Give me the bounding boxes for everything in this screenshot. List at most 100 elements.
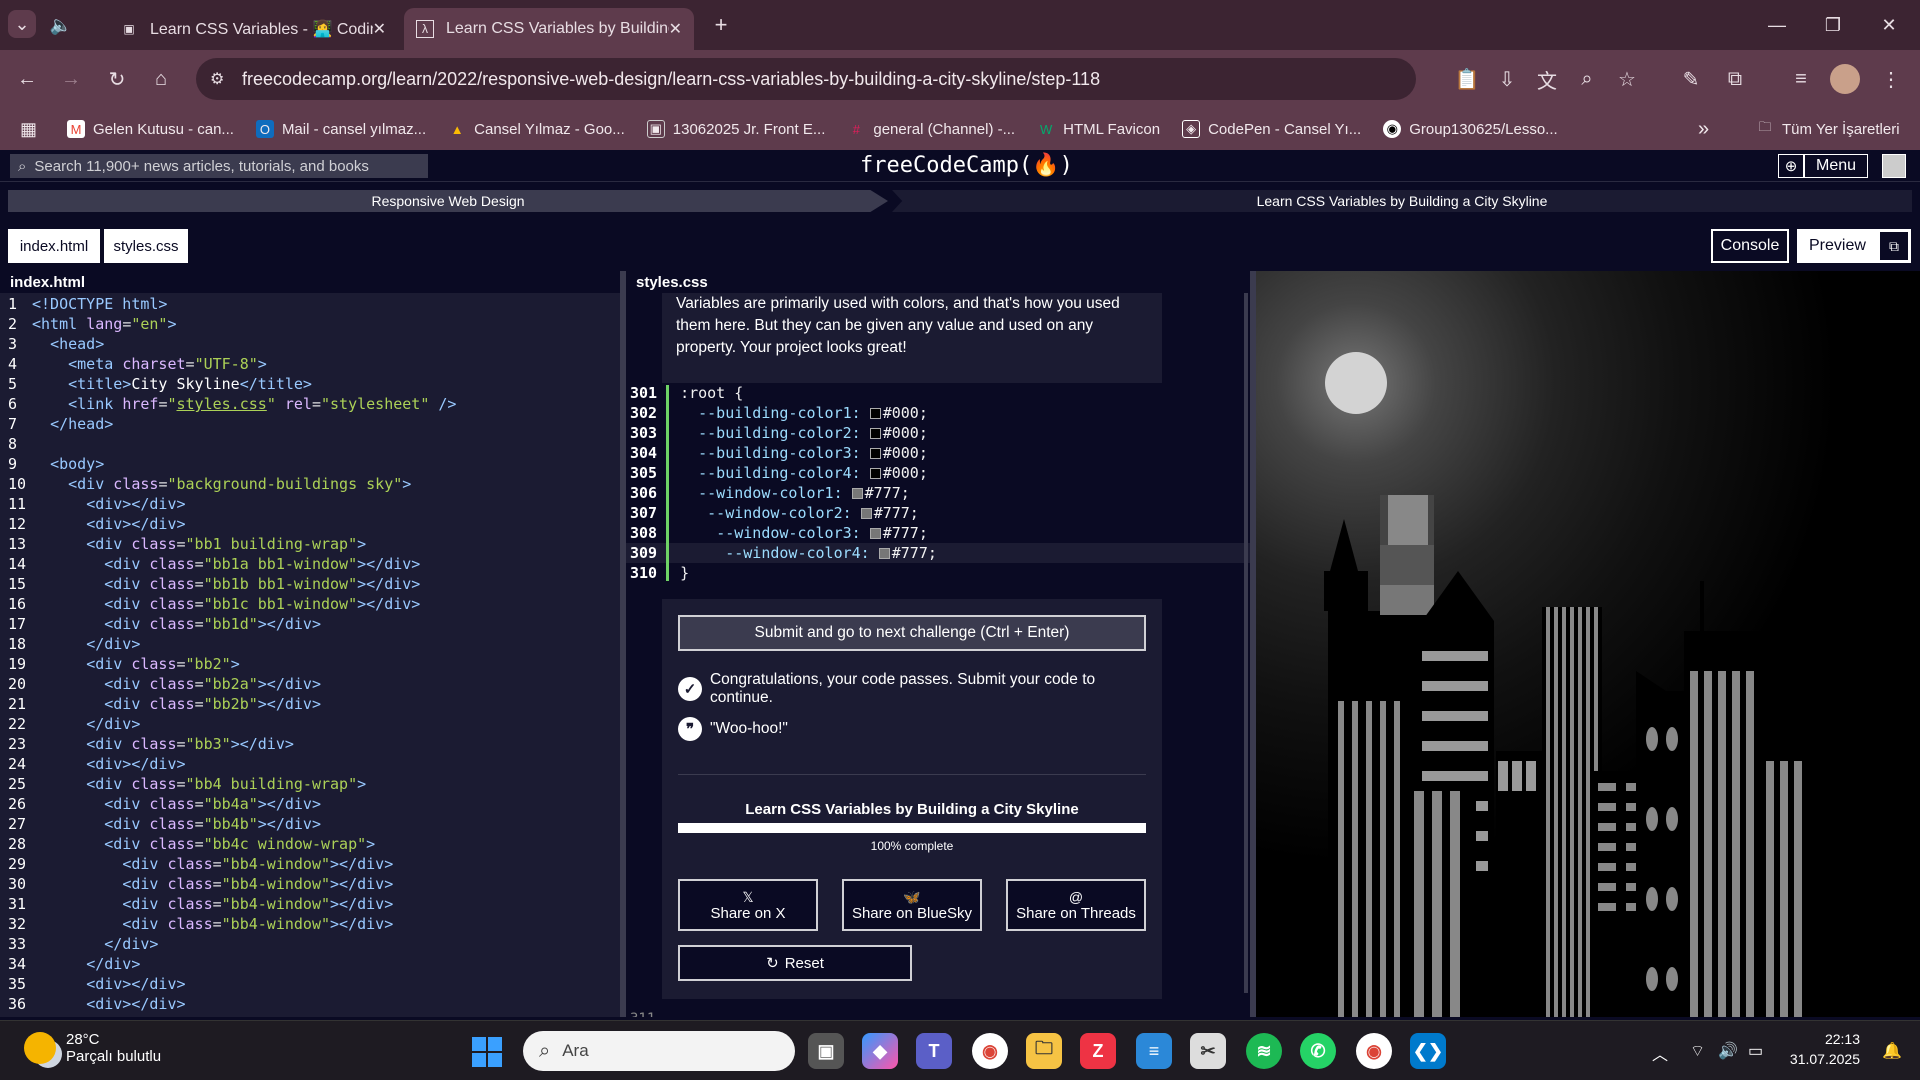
code-lines[interactable]: 301 :root {302 --building-color1: #000; 3… — [626, 383, 1250, 583]
filezilla-icon[interactable]: Z — [1080, 1033, 1116, 1069]
speaker-icon[interactable]: 🔈 — [48, 12, 74, 38]
weather-widget[interactable]: 28°C Parçalı bulutlu — [24, 1031, 161, 1065]
copilot-icon[interactable]: ◆ — [862, 1033, 898, 1069]
bookmark-item[interactable]: ▲ Cansel Yılmaz - Goo... — [448, 120, 625, 138]
code-line[interactable]: 305 --building-color4: #000; — [626, 463, 1250, 483]
more-icon[interactable]: ⋮ — [1876, 64, 1906, 94]
share-x-button[interactable]: 𝕏 Share on X — [678, 879, 818, 931]
code-lines[interactable]: 1 <!DOCTYPE html> 2 <html lang="en"> 3 <head… — [0, 294, 456, 1014]
notification-bell-icon[interactable]: 🔔 — [1882, 1041, 1902, 1061]
tab-styles-css[interactable]: styles.css — [104, 229, 188, 263]
url-field[interactable]: ⚙ freecodecamp.org/learn/2022/responsive… — [196, 58, 1416, 100]
restore-icon[interactable]: ❐ — [1818, 12, 1848, 38]
pen-icon[interactable]: ✎ — [1676, 64, 1706, 94]
code-line[interactable]: 9 <body> — [0, 454, 456, 474]
code-line[interactable]: 11 <div></div> — [0, 494, 456, 514]
code-line[interactable]: 13 <div class="bb1 building-wrap"> — [0, 534, 456, 554]
share-bluesky-button[interactable]: 🦋 Share on BlueSky — [842, 879, 982, 931]
browser-tab-active[interactable]: λ Learn CSS Variables by Building ✕ — [404, 8, 694, 50]
profile-avatar[interactable] — [1830, 64, 1860, 94]
star-icon[interactable]: ☆ — [1612, 64, 1642, 94]
media-icon[interactable]: ≡ — [1786, 64, 1816, 94]
code-line[interactable]: 10 <div class="background-buildings sky"… — [0, 474, 456, 494]
code-line[interactable]: 310 } — [626, 563, 1250, 583]
code-line[interactable]: 22 </div> — [0, 714, 456, 734]
file-explorer-icon[interactable]: 🗀 — [1026, 1033, 1062, 1069]
bookmark-item[interactable]: W HTML Favicon — [1037, 120, 1160, 138]
whatsapp-icon[interactable]: ✆ — [1300, 1033, 1336, 1069]
forward-icon[interactable]: → — [56, 64, 86, 94]
menu-button[interactable]: Menu — [1804, 154, 1868, 178]
code-line[interactable]: 19 <div class="bb2"> — [0, 654, 456, 674]
minimize-icon[interactable]: — — [1762, 12, 1792, 38]
volume-icon[interactable]: 🔊 — [1718, 1041, 1738, 1061]
bookmark-item[interactable]: O Mail - cansel yılmaz... — [255, 120, 426, 138]
wifi-icon[interactable]: ⌔ — [1690, 1041, 1705, 1061]
battery-icon[interactable]: ▭ — [1748, 1041, 1763, 1061]
user-avatar[interactable] — [1882, 154, 1906, 178]
clipboard-icon[interactable]: 📋 — [1452, 64, 1482, 94]
tab-search-icon[interactable]: ⌄ — [8, 10, 36, 38]
scrollbar[interactable] — [1244, 293, 1248, 993]
code-line[interactable]: 27 <div class="bb4b"></div> — [0, 814, 456, 834]
popout-icon[interactable]: ⧉ — [1880, 232, 1908, 260]
code-line[interactable]: 15 <div class="bb1b bb1-window"></div> — [0, 574, 456, 594]
code-line[interactable]: 36 <div></div> — [0, 994, 456, 1014]
code-line[interactable]: 12 <div></div> — [0, 514, 456, 534]
new-tab-icon[interactable]: + — [708, 12, 734, 38]
reload-icon[interactable]: ↻ — [102, 64, 132, 94]
code-line[interactable]: 306 --window-color1: #777; — [626, 483, 1250, 503]
console-button[interactable]: Console — [1711, 229, 1789, 263]
zoom-icon[interactable]: ⌕ — [1572, 64, 1602, 94]
code-line[interactable]: 24 <div></div> — [0, 754, 456, 774]
code-line[interactable]: 308 --window-color3: #777; — [626, 523, 1250, 543]
close-icon[interactable]: ✕ — [373, 19, 386, 39]
code-line[interactable]: 28 <div class="bb4c window-wrap"> — [0, 834, 456, 854]
code-line[interactable]: 18 </div> — [0, 634, 456, 654]
home-icon[interactable]: ⌂ — [146, 64, 176, 94]
bookmark-item[interactable]: ◉ Group130625/Lesso... — [1383, 120, 1558, 138]
all-bookmarks[interactable]: 🗀 Tüm Yer İşaretleri — [1756, 119, 1899, 138]
code-line[interactable]: 34 </div> — [0, 954, 456, 974]
preview-button[interactable]: Preview ⧉ — [1797, 229, 1911, 263]
share-threads-button[interactable]: @ Share on Threads — [1006, 879, 1146, 931]
code-line[interactable]: 33 </div> — [0, 934, 456, 954]
code-line[interactable]: 7 </head> — [0, 414, 456, 434]
code-line[interactable]: 35 <div></div> — [0, 974, 456, 994]
code-line[interactable]: 20 <div class="bb2a"></div> — [0, 674, 456, 694]
breadcrumb-block[interactable]: Learn CSS Variables by Building a City S… — [892, 190, 1912, 212]
code-line[interactable]: 309 --window-color4: #777; — [626, 543, 1250, 563]
code-line[interactable]: 16 <div class="bb1c bb1-window"></div> — [0, 594, 456, 614]
code-line[interactable]: 302 --building-color1: #000; — [626, 403, 1250, 423]
breadcrumb-superblock[interactable]: Responsive Web Design — [8, 190, 888, 212]
close-window-icon[interactable]: ✕ — [1874, 12, 1904, 38]
code-line[interactable]: 8 — [0, 434, 456, 454]
code-line[interactable]: 303 --building-color2: #000; — [626, 423, 1250, 443]
back-icon[interactable]: ← — [12, 64, 42, 94]
code-line[interactable]: 304 --building-color3: #000; — [626, 443, 1250, 463]
color-swatch[interactable] — [878, 548, 890, 559]
tab-index-html[interactable]: index.html — [8, 229, 100, 263]
code-line[interactable]: 301 :root { — [626, 383, 1250, 403]
code-line[interactable]: 1 <!DOCTYPE html> — [0, 294, 456, 314]
site-info-icon[interactable]: ⚙ — [210, 69, 224, 89]
submit-button[interactable]: Submit and go to next challenge (Ctrl + … — [678, 615, 1146, 651]
chrome-profile-icon[interactable]: ◉ — [1356, 1033, 1392, 1069]
code-line[interactable]: 6 <link href="styles.css" rel="styleshee… — [0, 394, 456, 414]
color-swatch[interactable] — [869, 528, 881, 539]
search-input[interactable]: ⌕ Search 11,900+ news articles, tutorials… — [10, 154, 428, 178]
color-swatch[interactable] — [869, 448, 881, 459]
css-code-block[interactable]: 301 :root {302 --building-color1: #000; 3… — [626, 383, 1250, 583]
code-line[interactable]: 30 <div class="bb4-window"></div> — [0, 874, 456, 894]
code-line[interactable]: 23 <div class="bb3"></div> — [0, 734, 456, 754]
code-line[interactable]: 4 <meta charset="UTF-8"> — [0, 354, 456, 374]
vscode-icon[interactable]: ❮❯ — [1410, 1033, 1446, 1069]
css-editor[interactable]: styles.css Variables are primarily used … — [626, 271, 1250, 1017]
translate-icon[interactable]: 文 — [1532, 64, 1562, 94]
apps-icon[interactable]: ▦ — [20, 119, 37, 140]
color-swatch[interactable] — [860, 508, 872, 519]
code-line[interactable]: 2 <html lang="en"> — [0, 314, 456, 334]
color-swatch[interactable] — [869, 408, 881, 419]
code-line[interactable]: 21 <div class="bb2b"></div> — [0, 694, 456, 714]
chevron-up-icon[interactable]: ︿ — [1652, 1041, 1668, 1065]
